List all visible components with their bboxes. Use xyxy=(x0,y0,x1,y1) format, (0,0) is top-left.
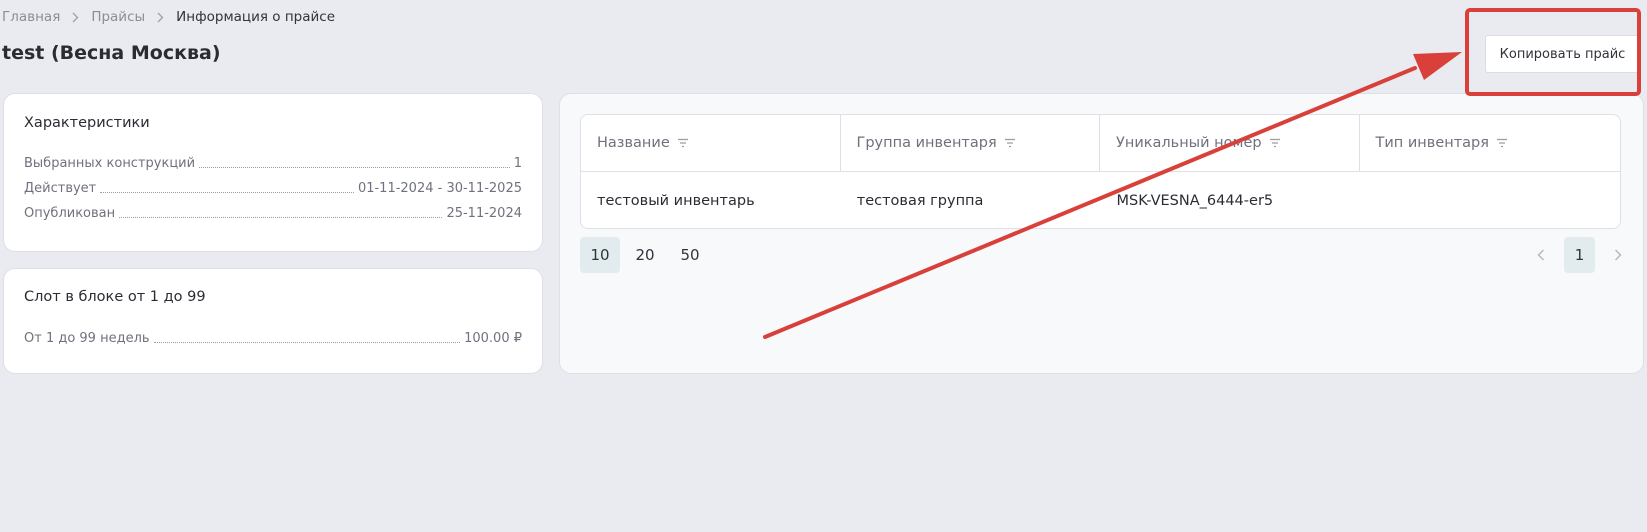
slot-row: От 1 до 99 недель 100.00 ₽ xyxy=(24,331,522,346)
filter-icon[interactable] xyxy=(1496,138,1508,148)
characteristic-value: 25-11-2024 xyxy=(446,206,522,221)
pagination: 1 xyxy=(1526,237,1633,273)
slot-label: От 1 до 99 недель xyxy=(24,331,150,346)
dotted-leader xyxy=(119,217,443,218)
chevron-right-icon xyxy=(72,12,79,23)
page-size-option[interactable]: 20 xyxy=(625,237,665,273)
slot-block-title: Слот в блоке от 1 до 99 xyxy=(24,289,206,305)
characteristics-title: Характеристики xyxy=(24,115,150,131)
column-header-type[interactable]: Тип инвентаря xyxy=(1360,115,1621,171)
dotted-leader xyxy=(153,342,461,343)
page-size-option[interactable]: 10 xyxy=(580,237,620,273)
dotted-leader xyxy=(100,192,354,193)
column-header-group[interactable]: Группа инвентаря xyxy=(841,115,1100,171)
column-header-name[interactable]: Название xyxy=(581,115,841,171)
table-cell: тестовая группа xyxy=(856,192,984,209)
column-header-unique-number[interactable]: Уникальный номер xyxy=(1100,115,1360,171)
breadcrumb-home[interactable]: Главная xyxy=(2,9,60,25)
table-cell xyxy=(1360,172,1620,228)
characteristic-row: Выбранных конструкций 1 xyxy=(24,156,522,171)
column-header-label: Название xyxy=(597,135,670,151)
column-header-label: Уникальный номер xyxy=(1116,135,1262,151)
chevron-left-icon[interactable] xyxy=(1526,237,1556,273)
characteristic-row: Опубликован 25-11-2024 xyxy=(24,206,522,221)
column-header-label: Тип инвентаря xyxy=(1375,135,1489,151)
breadcrumb-prices[interactable]: Прайсы xyxy=(91,9,145,25)
page-size-option[interactable]: 50 xyxy=(670,237,710,273)
dotted-leader xyxy=(199,167,510,168)
current-page-button[interactable]: 1 xyxy=(1564,237,1595,273)
filter-icon[interactable] xyxy=(677,138,689,148)
characteristic-value: 01-11-2024 - 30-11-2025 xyxy=(357,181,522,196)
inventory-table: Название Группа инвентаря Уникальный ном… xyxy=(580,114,1621,229)
characteristic-label: Выбранных конструкций xyxy=(24,156,196,171)
chevron-right-icon[interactable] xyxy=(1603,237,1633,273)
characteristic-value: 1 xyxy=(513,156,522,171)
table-header: Название Группа инвентаря Уникальный ном… xyxy=(581,115,1620,172)
page-title: test (Весна Москва) xyxy=(2,42,221,64)
breadcrumb-current: Информация о прайсе xyxy=(176,9,336,25)
characteristics-card: Характеристики Выбранных конструкций 1 Д… xyxy=(3,93,543,252)
table-cell: тестовый инвентарь xyxy=(597,192,755,209)
filter-icon[interactable] xyxy=(1004,138,1016,148)
filter-icon[interactable] xyxy=(1269,138,1281,148)
annotation-highlight-box xyxy=(1465,8,1641,96)
column-header-label: Группа инвентаря xyxy=(856,135,997,151)
chevron-right-icon xyxy=(157,12,164,23)
inventory-panel: Название Группа инвентаря Уникальный ном… xyxy=(559,93,1644,374)
page-size-selector: 10 20 50 xyxy=(580,237,710,273)
characteristic-label: Действует xyxy=(24,181,97,196)
table-row[interactable]: тестовый инвентарь тестовая группа MSK-V… xyxy=(581,172,1620,228)
table-cell: MSK-VESNA_6444-er5 xyxy=(1116,192,1274,209)
slot-price: 100.00 ₽ xyxy=(464,331,522,346)
slot-block-card: Слот в блоке от 1 до 99 От 1 до 99 недел… xyxy=(3,268,543,374)
characteristic-label: Опубликован xyxy=(24,206,116,221)
characteristic-row: Действует 01-11-2024 - 30-11-2025 xyxy=(24,181,522,196)
breadcrumb: Главная Прайсы Информация о прайсе xyxy=(2,9,335,25)
